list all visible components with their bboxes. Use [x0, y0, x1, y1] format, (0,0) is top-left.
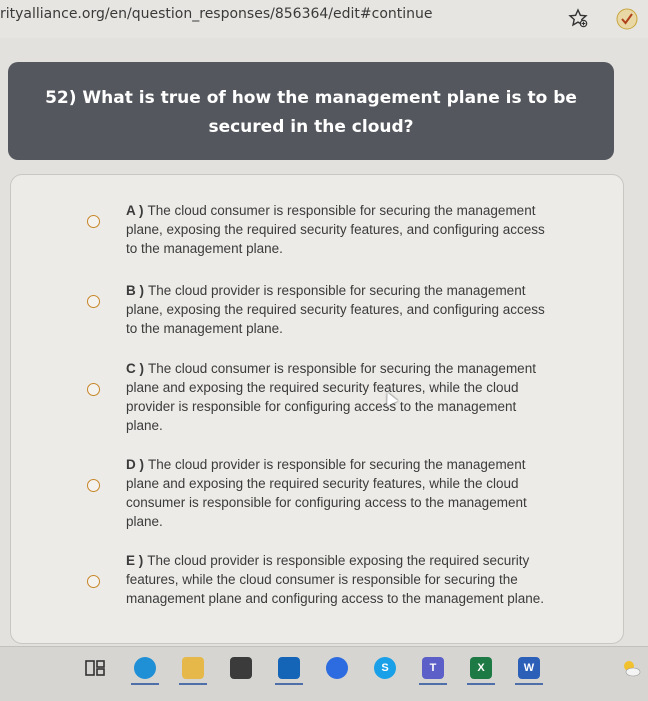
excel-label: X — [477, 662, 485, 674]
answer-letter-b: B ) — [126, 283, 144, 298]
answer-text-d[interactable]: D ) The cloud provider is responsible for… — [126, 455, 546, 531]
outlook-icon[interactable] — [278, 657, 300, 679]
radio-button-a[interactable] — [87, 215, 100, 228]
answers-card: A ) The cloud consumer is responsible for… — [10, 174, 624, 644]
word-active-indicator — [515, 683, 543, 685]
answer-body-d: The cloud provider is responsible for se… — [126, 457, 527, 529]
answer-letter-d: D ) — [126, 457, 144, 472]
question-header: 52) What is true of how the management p… — [8, 62, 614, 160]
url-text[interactable]: rityalliance.org/en/question_responses/8… — [0, 6, 433, 22]
file-explorer-icon[interactable] — [182, 657, 204, 679]
explorer-active-indicator — [179, 683, 207, 685]
quiz-page: 52) What is true of how the management p… — [0, 38, 648, 646]
skype-label: S — [381, 662, 389, 674]
edge-icon[interactable] — [134, 657, 156, 679]
answer-letter-c: C ) — [126, 361, 144, 376]
teams-label: T — [429, 662, 437, 674]
question-text: 52) What is true of how the management p… — [45, 88, 577, 137]
edge-active-indicator — [131, 683, 159, 685]
weather-icon[interactable] — [620, 657, 642, 679]
teams-active-indicator — [419, 683, 447, 685]
answer-text-a[interactable]: A ) The cloud consumer is responsible for… — [126, 201, 546, 258]
radio-button-d[interactable] — [87, 479, 100, 492]
teams-icon[interactable]: T — [422, 657, 444, 679]
answer-body-b: The cloud provider is responsible for se… — [126, 283, 545, 336]
word-icon[interactable]: W — [518, 657, 540, 679]
radio-button-b[interactable] — [87, 295, 100, 308]
answer-text-e[interactable]: E ) The cloud provider is responsible exp… — [126, 551, 546, 608]
radio-button-c[interactable] — [87, 383, 100, 396]
answer-body-a: The cloud consumer is responsible for se… — [126, 203, 545, 256]
word-label: W — [523, 662, 535, 674]
answer-text-c[interactable]: C ) The cloud consumer is responsible for… — [126, 359, 546, 435]
star-add-icon[interactable] — [568, 8, 588, 28]
zoom-icon[interactable] — [326, 657, 348, 679]
checkmark-icon[interactable] — [616, 8, 638, 30]
answer-letter-a: A ) — [126, 203, 144, 218]
answer-letter-e: E ) — [126, 553, 144, 568]
excel-active-indicator — [467, 683, 495, 685]
excel-icon[interactable]: X — [470, 657, 492, 679]
radio-button-e[interactable] — [87, 575, 100, 588]
answer-body-e: The cloud provider is responsible exposi… — [126, 553, 545, 606]
outlook-active-indicator — [275, 683, 303, 685]
answer-body-c: The cloud consumer is responsible for se… — [126, 361, 536, 433]
taskbar: S T X W — [0, 646, 648, 701]
store-icon[interactable] — [230, 657, 252, 679]
task-view-icon[interactable] — [84, 657, 106, 679]
answer-text-b[interactable]: B ) The cloud provider is responsible for… — [126, 281, 546, 338]
skype-icon[interactable]: S — [374, 657, 396, 679]
address-bar[interactable]: rityalliance.org/en/question_responses/8… — [0, 0, 648, 39]
